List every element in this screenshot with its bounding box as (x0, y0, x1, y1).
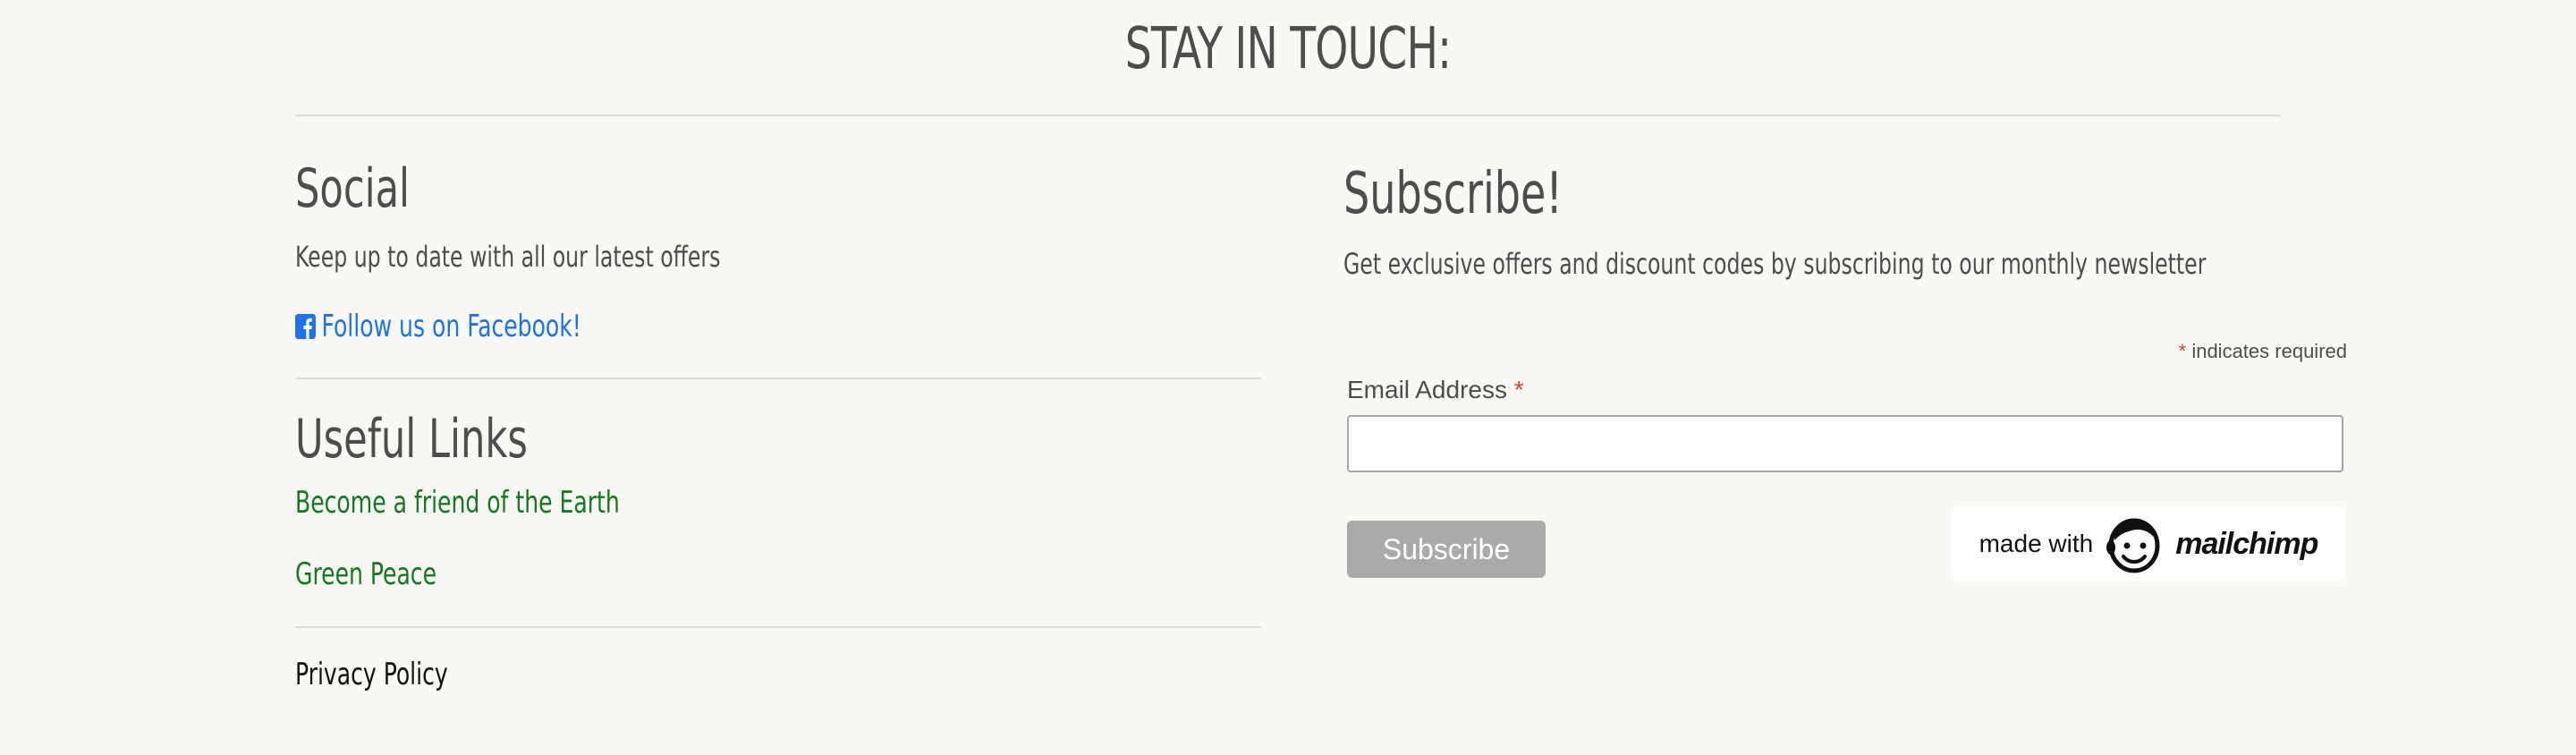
mailchimp-freddie-icon (2106, 518, 2160, 573)
email-required-star: * (1513, 376, 1524, 403)
email-label-text: Email Address (1347, 376, 1507, 403)
subscribe-text: Get exclusive offers and discount codes … (1343, 247, 2207, 281)
title-divider (295, 115, 2281, 116)
email-label: Email Address * (1347, 376, 1524, 404)
required-star: * (2178, 340, 2187, 362)
badge-made-with: made with (1979, 530, 2094, 557)
social-text: Keep up to date with all our latest offe… (295, 240, 721, 274)
friend-of-earth-link[interactable]: Become a friend of the Earth (295, 485, 620, 521)
useful-links-heading: Useful Links (295, 408, 528, 471)
privacy-policy-link[interactable]: Privacy Policy (295, 657, 448, 692)
green-peace-link[interactable]: Green Peace (295, 556, 436, 592)
subscribe-button[interactable]: Subscribe (1347, 521, 1546, 578)
subscribe-heading: Subscribe! (1343, 161, 1563, 227)
facebook-icon (295, 314, 316, 339)
badge-brand: mailchimp (2175, 526, 2318, 561)
mailchimp-badge[interactable]: made with mailchimp (1952, 506, 2345, 581)
links-divider (295, 626, 1261, 628)
facebook-link-label: Follow us on Facebook! (321, 309, 581, 344)
social-divider (295, 378, 1261, 379)
facebook-link[interactable]: Follow us on Facebook! (295, 309, 581, 344)
social-heading: Social (295, 157, 411, 220)
email-input[interactable] (1347, 415, 2343, 472)
required-note-text: indicates required (2191, 340, 2347, 362)
page-title: STAY IN TOUCH: (1124, 16, 1452, 82)
required-note: * indicates required (2179, 340, 2347, 363)
